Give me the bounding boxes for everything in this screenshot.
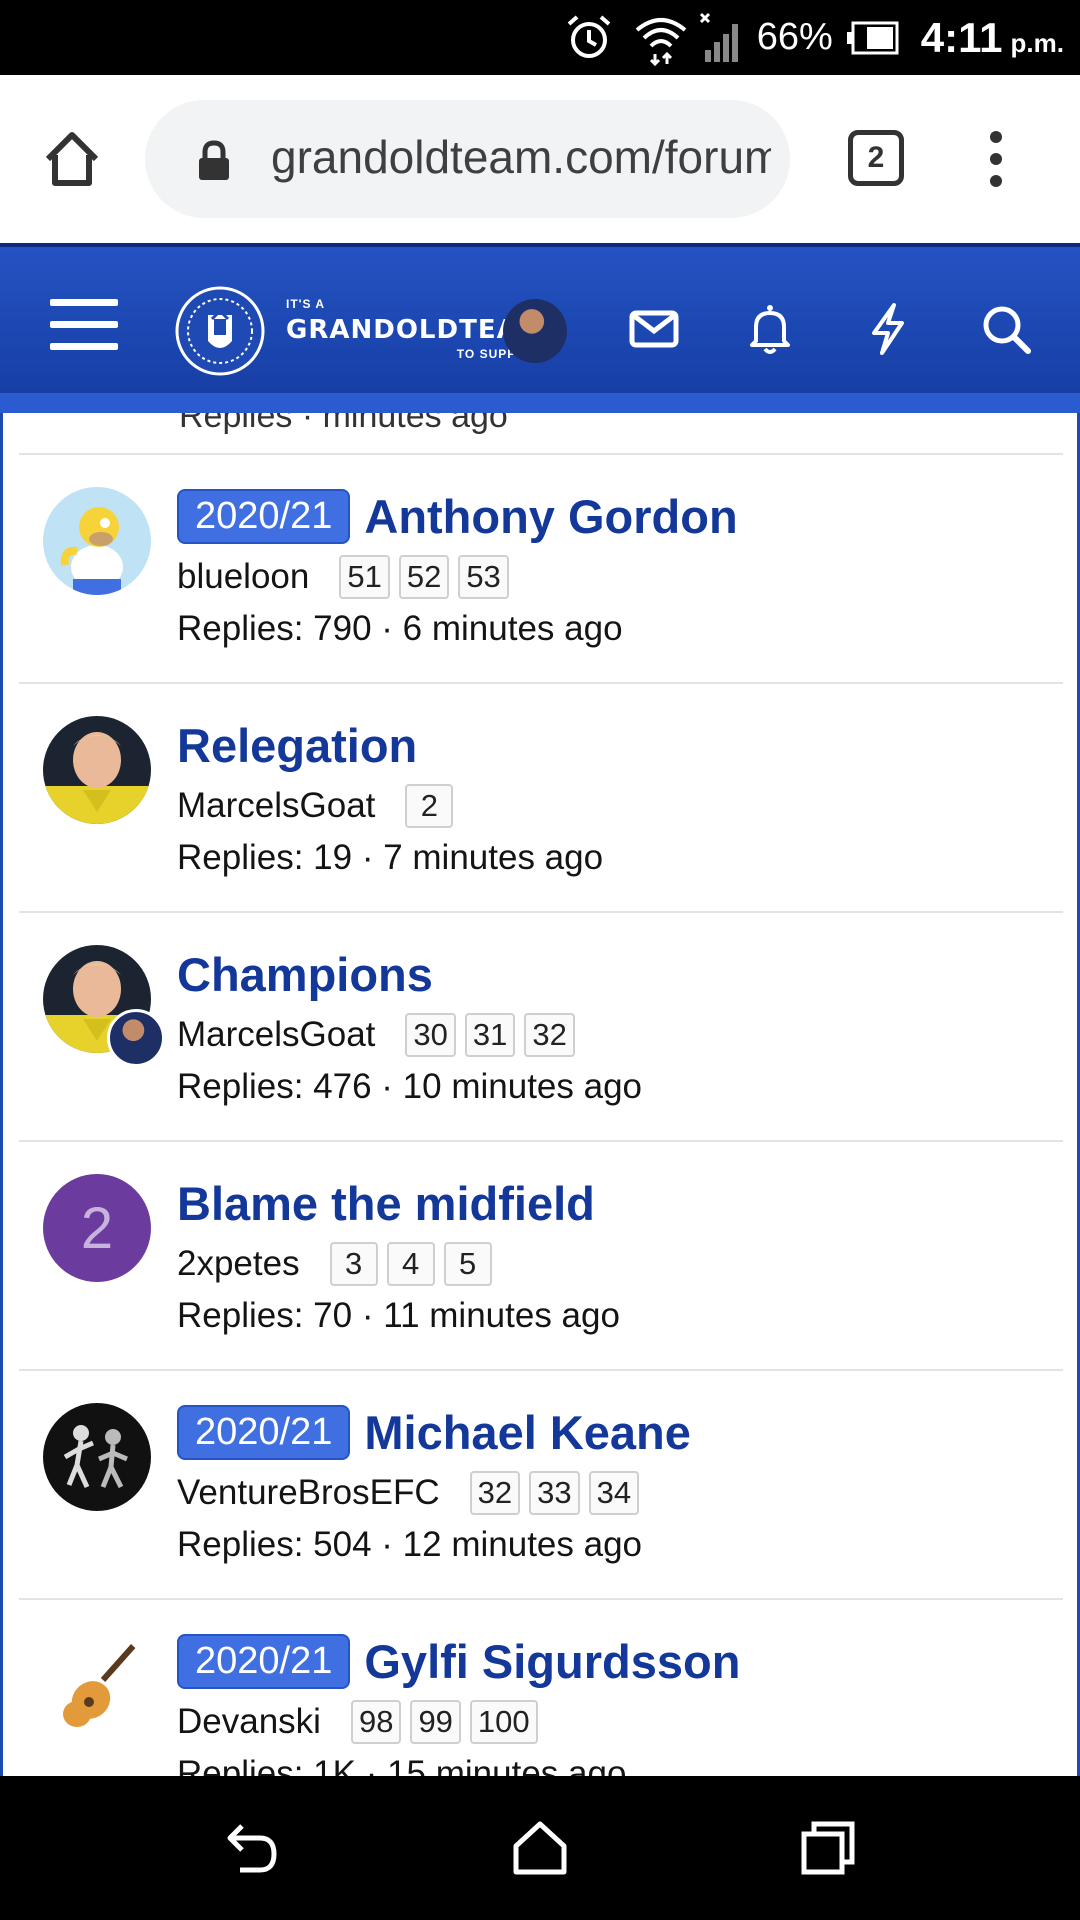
inbox-icon[interactable] (626, 301, 682, 357)
page-link[interactable]: 5 (443, 1242, 492, 1286)
browser-toolbar: grandoldteam.com/forums/whats-new 2 (0, 75, 1080, 243)
thread-title[interactable]: Champions (177, 947, 433, 1002)
tabs-icon[interactable]: 2 (848, 130, 904, 186)
url-bar[interactable]: grandoldteam.com/forums/whats-new (145, 100, 790, 218)
thread-stats: Replies: 790 · 6 minutes ago (177, 609, 623, 648)
clock-time: 4:11 (920, 13, 1003, 61)
page-link[interactable]: 32 (469, 1471, 521, 1515)
partial-row-text: Replies · minutes ago (179, 413, 508, 435)
alarm-icon (563, 12, 615, 64)
thread-title[interactable]: Gylfi Sigurdsson (364, 1634, 740, 1689)
thread-title[interactable]: Relegation (177, 718, 417, 773)
thread-author[interactable]: 2xpetes (177, 1244, 300, 1284)
battery-percent: 66% (756, 16, 833, 58)
thread-title[interactable]: Blame the midfield (177, 1176, 595, 1231)
last-poster-avatar[interactable] (107, 1009, 165, 1067)
page-link[interactable]: 51 (339, 555, 390, 599)
thread-stats: Replies: 1K · 15 minutes ago (177, 1754, 627, 1776)
signal-icon (699, 12, 743, 64)
search-icon[interactable] (978, 301, 1034, 357)
page-link[interactable]: 2 (405, 784, 454, 828)
thread-author[interactable]: Devanski (177, 1702, 321, 1742)
thread-row[interactable]: 2020/21 Gylfi Sigurdsson Devanski 98 99 … (19, 1600, 1063, 1776)
avatar-homer[interactable] (43, 487, 151, 595)
battery-icon (845, 21, 899, 55)
page-link[interactable]: 53 (458, 555, 509, 599)
more-vert-icon[interactable] (980, 127, 1012, 191)
logo-small-top: IT'S A (286, 297, 326, 311)
page-link[interactable]: 98 (350, 1700, 402, 1744)
thread-author[interactable]: blueloon (177, 557, 309, 597)
page-link[interactable]: 4 (386, 1242, 435, 1286)
avatar-dancers[interactable] (43, 1403, 151, 1511)
url-text: grandoldteam.com/forums/whats-new (271, 131, 771, 183)
home-icon[interactable] (510, 1818, 570, 1878)
avatar-guitar[interactable] (43, 1632, 151, 1740)
thread-row-partial[interactable]: Replies · minutes ago (19, 413, 1063, 455)
thread-prefix[interactable]: 2020/21 (177, 1634, 351, 1689)
page-link[interactable]: 3 (329, 1242, 378, 1286)
bolt-icon[interactable] (860, 301, 916, 357)
bell-icon[interactable] (742, 301, 798, 357)
thread-author[interactable]: MarcelsGoat (177, 1015, 375, 1055)
home-icon[interactable] (40, 127, 104, 191)
avatar-letter[interactable]: 2 (43, 1174, 151, 1282)
thread-prefix[interactable]: 2020/21 (177, 1405, 351, 1460)
thread-stats: Replies: 476 · 10 minutes ago (177, 1067, 642, 1106)
page-link[interactable]: 32 (524, 1013, 575, 1057)
clock-ampm: p.m. (1010, 28, 1064, 58)
lock-icon (197, 140, 231, 182)
thread-prefix[interactable]: 2020/21 (177, 489, 351, 544)
site-logo-crest[interactable] (174, 285, 266, 377)
thread-row[interactable]: Relegation MarcelsGoat 2 Replies: 19 · 7… (19, 684, 1063, 913)
forum-header: IT'S A GRANDOLDTEAM TO SUPPORT (0, 243, 1080, 413)
thread-row[interactable]: Champions MarcelsGoat 30 31 32 Replies: … (19, 913, 1063, 1142)
page-link[interactable]: 33 (529, 1471, 580, 1515)
thread-row[interactable]: 2020/21 Anthony Gordon blueloon 51 52 53… (19, 455, 1063, 684)
logo-small-bottom: TO SUPPORT (456, 347, 545, 361)
page-link[interactable]: 31 (464, 1013, 516, 1057)
status-bar: 66% 4:11 p.m. (0, 0, 1080, 75)
recents-icon[interactable] (798, 1818, 858, 1878)
page-link[interactable]: 52 (398, 555, 450, 599)
thread-row[interactable]: 2020/21 Michael Keane VentureBrosEFC 32 … (19, 1371, 1063, 1600)
page-link[interactable]: 34 (588, 1471, 640, 1515)
user-avatar[interactable] (503, 299, 567, 363)
thread-stats: Replies: 19 · 7 minutes ago (177, 838, 604, 877)
thread-author[interactable]: VentureBrosEFC (177, 1473, 440, 1513)
wifi-icon (633, 10, 689, 66)
back-icon[interactable] (222, 1818, 282, 1878)
thread-author[interactable]: MarcelsGoat (177, 786, 375, 826)
thread-list: Replies · minutes ago 2020/21 Anthony Go… (0, 413, 1080, 1776)
thread-title[interactable]: Michael Keane (364, 1405, 691, 1460)
page-link[interactable]: 30 (405, 1013, 456, 1057)
avatar-goalkeeper[interactable] (43, 716, 151, 824)
page-link[interactable]: 99 (410, 1700, 461, 1744)
system-nav-bar (0, 1776, 1080, 1920)
thread-stats: Replies: 70 · 11 minutes ago (177, 1296, 620, 1335)
menu-icon[interactable] (50, 297, 118, 353)
thread-row[interactable]: 2 Blame the midfield 2xpetes 3 4 5 Repli… (19, 1142, 1063, 1371)
thread-title[interactable]: Anthony Gordon (364, 489, 737, 544)
thread-stats: Replies: 504 · 12 minutes ago (177, 1525, 642, 1564)
page-link[interactable]: 100 (469, 1700, 538, 1744)
